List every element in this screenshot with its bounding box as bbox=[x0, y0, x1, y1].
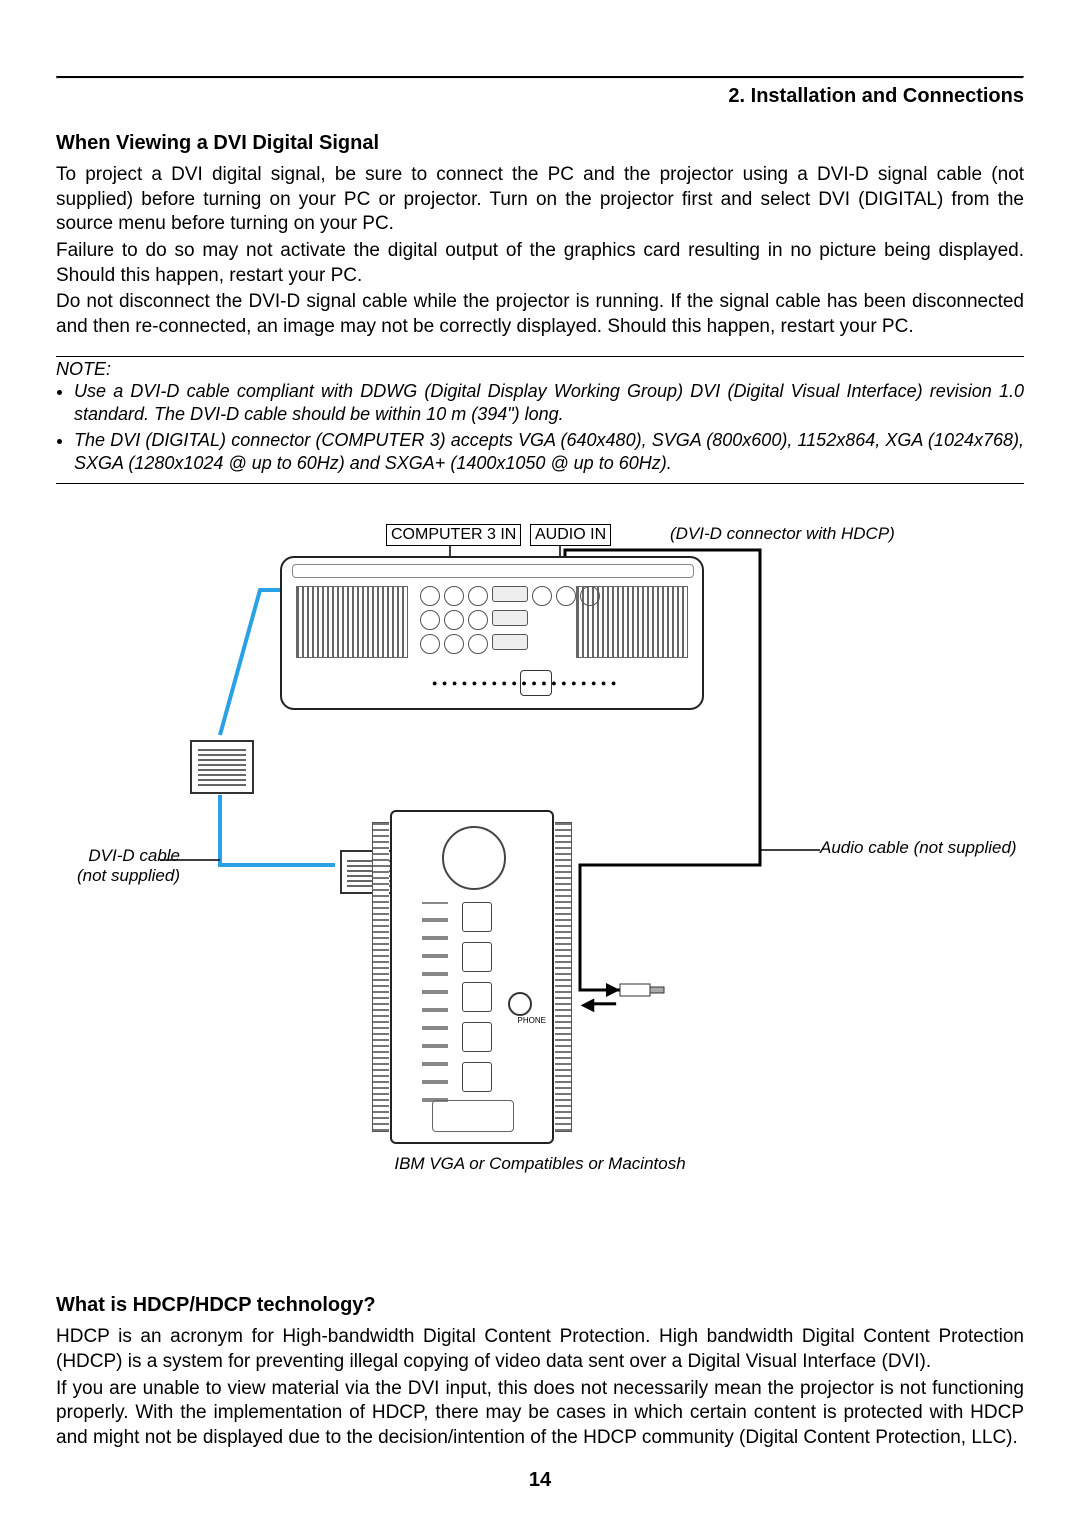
pc-tower-illustration: ◀━━ PHONE bbox=[390, 810, 554, 1144]
section-heading-dvi: When Viewing a DVI Digital Signal bbox=[56, 132, 1024, 155]
page-number: 14 bbox=[0, 1469, 1080, 1492]
paragraph: To project a DVI digital signal, be sure… bbox=[56, 163, 1024, 237]
dvi-connector-icon bbox=[190, 740, 254, 794]
note-item: The DVI (DIGITAL) connector (COMPUTER 3)… bbox=[74, 429, 1024, 476]
paragraph: Failure to do so may not activate the di… bbox=[56, 239, 1024, 288]
manual-page: 2. Installation and Connections When Vie… bbox=[0, 0, 1080, 1524]
dvid-cable-label-line1: DVI-D cable bbox=[88, 846, 180, 865]
hdcp-section: What is HDCP/HDCP technology? HDCP is an… bbox=[56, 1294, 1024, 1450]
projector-illustration: ● ● ● ● ● ● ● ● ● ● ● ● ● ● ● ● ● ● ● bbox=[280, 556, 704, 710]
note-item: Use a DVI-D cable compliant with DDWG (D… bbox=[74, 380, 1024, 427]
note-block: NOTE: Use a DVI-D cable compliant with D… bbox=[56, 356, 1024, 485]
phone-port-label: PHONE bbox=[518, 1016, 546, 1025]
audio-cable-label: Audio cable (not supplied) bbox=[820, 838, 1017, 858]
diagram-caption: IBM VGA or Compatibles or Macintosh bbox=[56, 1154, 1024, 1174]
paragraph: HDCP is an acronym for High-bandwidth Di… bbox=[56, 1325, 1024, 1374]
header-rule bbox=[56, 76, 1024, 79]
paragraph: Do not disconnect the DVI-D signal cable… bbox=[56, 290, 1024, 339]
connection-diagram: COMPUTER 3 IN AUDIO IN (DVI-D connector … bbox=[60, 530, 1020, 1150]
section-heading-hdcp: What is HDCP/HDCP technology? bbox=[56, 1294, 1024, 1317]
note-list: Use a DVI-D cable compliant with DDWG (D… bbox=[56, 380, 1024, 476]
paragraph: If you are unable to view material via t… bbox=[56, 1377, 1024, 1451]
dvid-cable-label: DVI-D cable (not supplied) bbox=[70, 846, 180, 886]
dvid-cable-label-line2: (not supplied) bbox=[77, 866, 180, 885]
computer3in-label: COMPUTER 3 IN bbox=[386, 524, 521, 546]
dvid-connector-label: (DVI-D connector with HDCP) bbox=[670, 524, 895, 544]
audioin-label: AUDIO IN bbox=[530, 524, 611, 546]
chapter-header: 2. Installation and Connections bbox=[56, 85, 1024, 108]
note-label: NOTE: bbox=[56, 359, 1024, 380]
